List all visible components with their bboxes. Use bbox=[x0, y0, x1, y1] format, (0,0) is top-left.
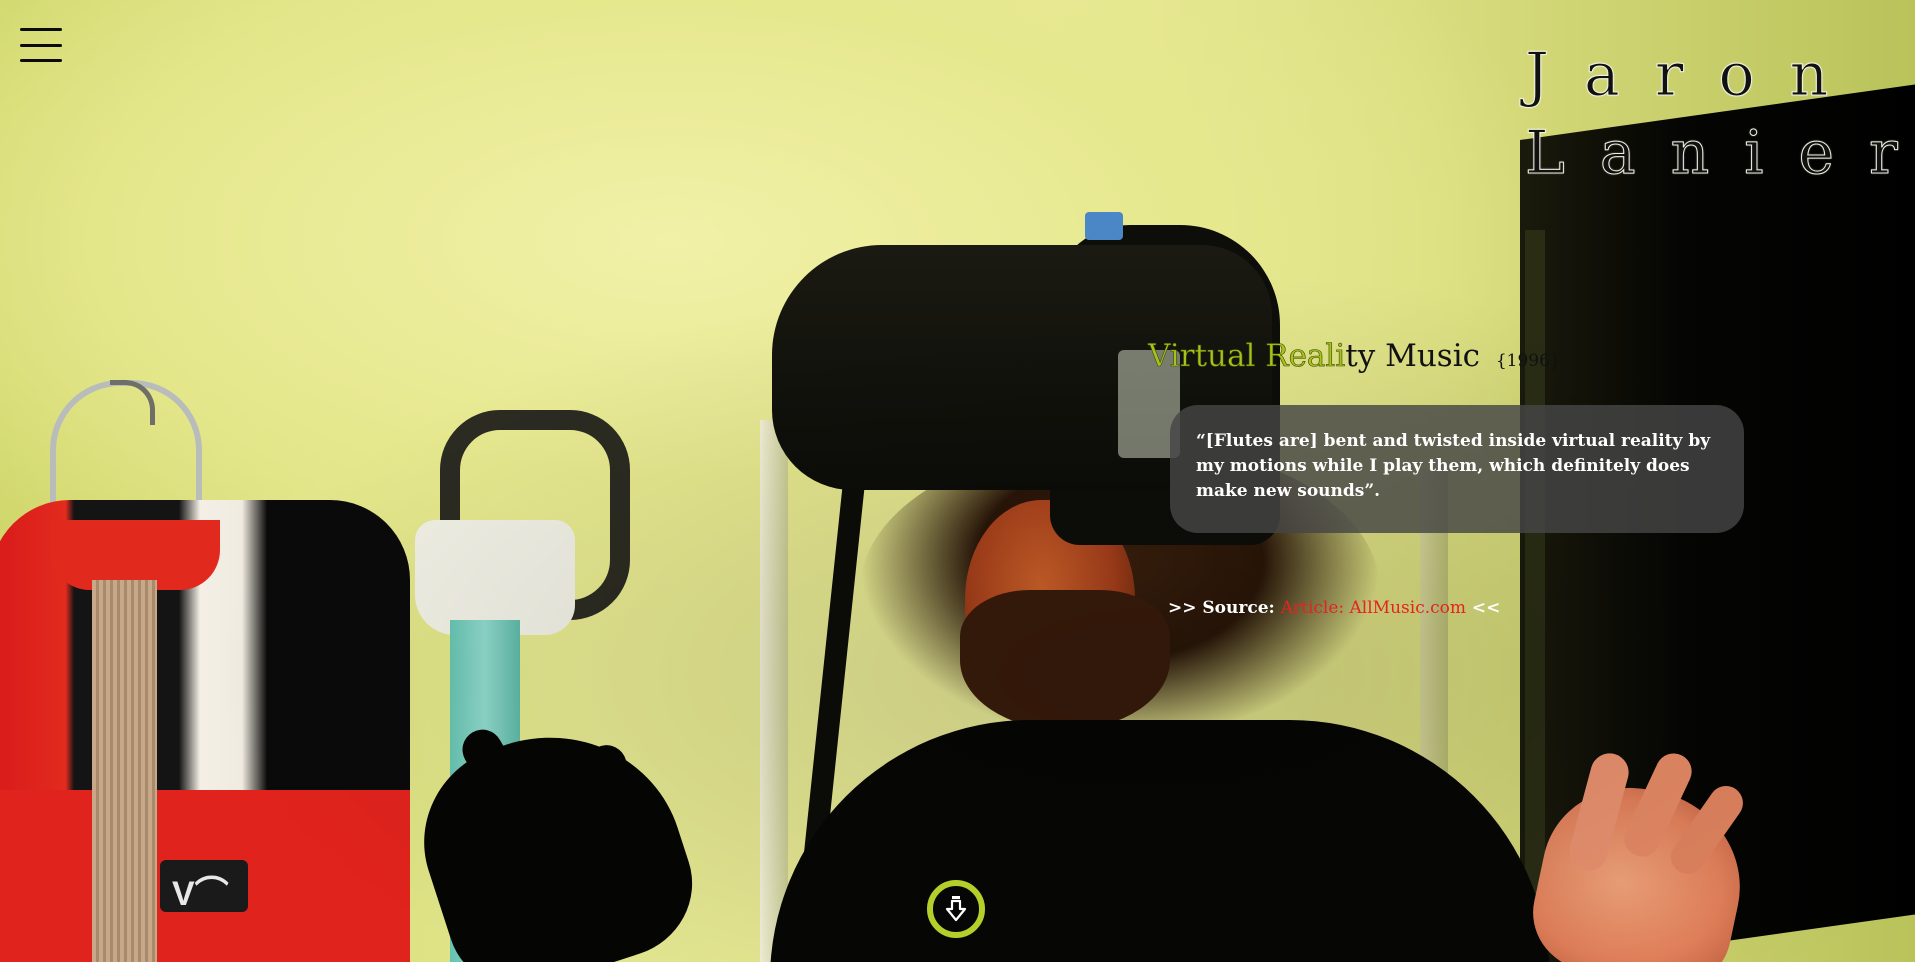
menu-bar bbox=[20, 28, 62, 31]
project-year: {1996} bbox=[1495, 351, 1561, 371]
site-title-first-name: Jaron bbox=[1525, 40, 1864, 111]
site-title-last-name: Lanier bbox=[1525, 118, 1915, 189]
project-title-highlight: Virtual Reali bbox=[1148, 338, 1346, 375]
source-suffix: << bbox=[1466, 598, 1501, 618]
hamburger-menu-icon[interactable] bbox=[20, 28, 62, 62]
menu-bar bbox=[20, 43, 62, 47]
quote-box: “[Flutes are] bent and twisted inside vi… bbox=[1170, 405, 1744, 533]
download-arrow-icon bbox=[945, 896, 967, 922]
project-heading: Virtual Reality Music {1996} bbox=[1148, 338, 1561, 375]
source-prefix: >> Source: bbox=[1168, 598, 1281, 618]
scroll-down-button[interactable] bbox=[927, 880, 985, 938]
quote-text: “[Flutes are] bent and twisted inside vi… bbox=[1196, 431, 1711, 501]
source-line: >> Source: Article: AllMusic.com << bbox=[1168, 598, 1500, 618]
project-title-rest: ty Music bbox=[1345, 338, 1480, 374]
site-title[interactable]: Jaron Lanier bbox=[1525, 36, 1915, 192]
source-link[interactable]: Article: AllMusic.com bbox=[1281, 598, 1466, 618]
menu-bar bbox=[20, 59, 62, 62]
